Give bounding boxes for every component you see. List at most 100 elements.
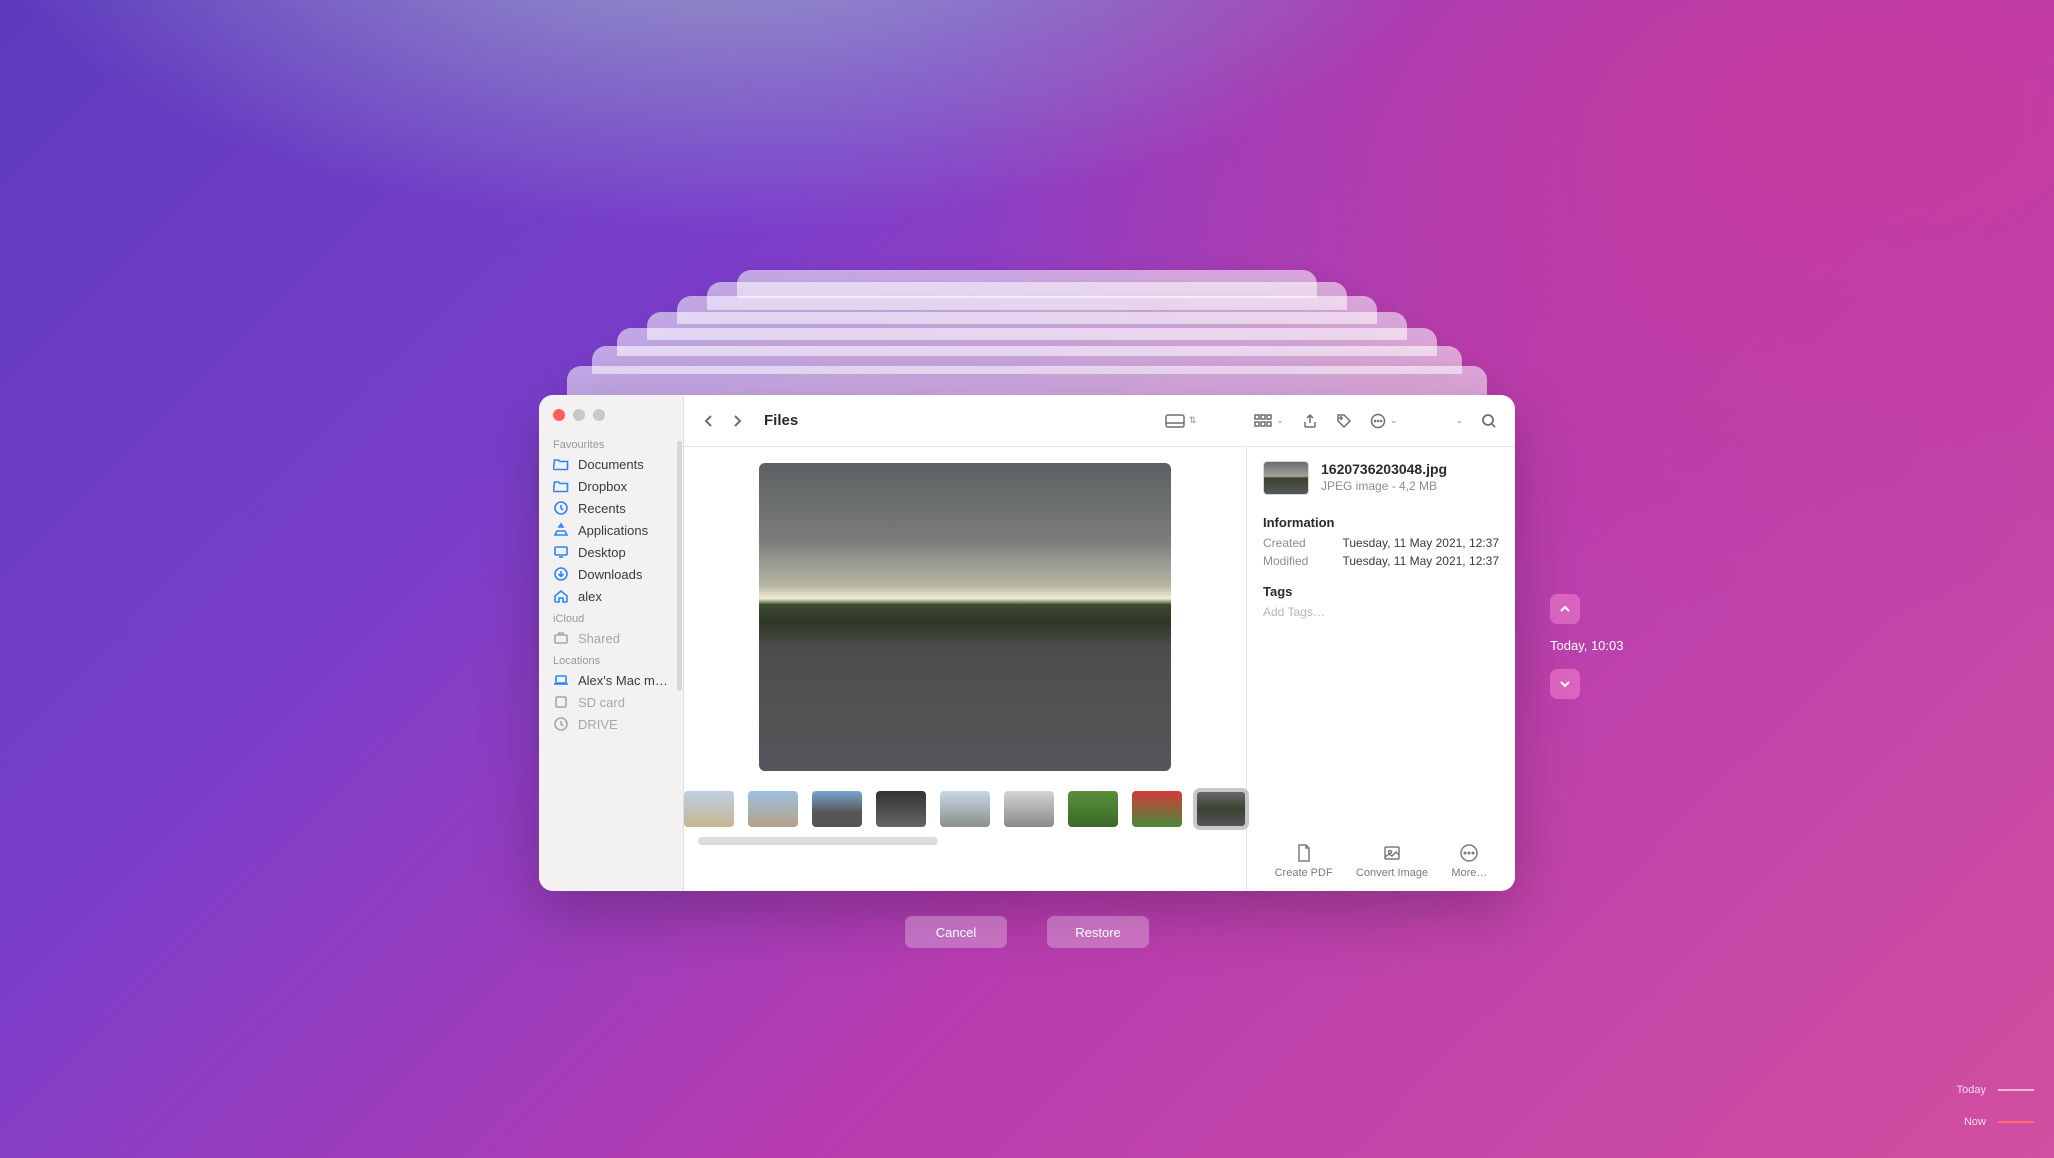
thumbnail[interactable] — [876, 791, 926, 827]
sidebar-section-favourites: Favourites — [539, 433, 683, 453]
toolbar: Files ⇅ ⌄ ⌄ ⌄ — [684, 395, 1515, 447]
sidebar-item-label: SD card — [578, 695, 625, 710]
info-label: Created — [1263, 536, 1306, 550]
sidebar-item-label: Alex's Mac m… — [578, 673, 668, 688]
sidebar-section-locations: Locations — [539, 649, 683, 669]
sidebar: Favourites Documents Dropbox Recents App… — [539, 395, 684, 891]
sidebar-item-label: Desktop — [578, 545, 626, 560]
timeline-bar: Today Now — [1957, 1084, 2034, 1128]
sidebar-item-label: Applications — [578, 523, 648, 538]
chevron-down-icon: ⌄ — [1455, 415, 1463, 426]
file-subtitle: JPEG image - 4,2 MB — [1321, 479, 1447, 493]
info-row-modified: Modified Tuesday, 11 May 2021, 12:37 — [1263, 552, 1499, 570]
sidebar-item-shared[interactable]: Shared — [539, 627, 683, 649]
sidebar-item-label: DRIVE — [578, 717, 618, 732]
thumbnail[interactable] — [940, 791, 990, 827]
chevron-down-icon: ⌄ — [1276, 415, 1284, 426]
info-panel: 1620736203048.jpg JPEG image - 4,2 MB In… — [1247, 447, 1515, 891]
action-label: Create PDF — [1275, 867, 1333, 879]
thumbnail[interactable] — [1004, 791, 1054, 827]
restore-button[interactable]: Restore — [1047, 916, 1149, 948]
sidebar-item-drive[interactable]: DRIVE — [539, 713, 683, 735]
info-label: Modified — [1263, 554, 1308, 568]
window-title: Files — [764, 412, 798, 429]
timeline-up-button[interactable] — [1550, 594, 1580, 624]
action-label: More… — [1451, 867, 1487, 879]
back-button[interactable] — [698, 410, 720, 432]
quick-action-convert-image[interactable]: Convert Image — [1356, 843, 1428, 879]
search-button[interactable] — [1477, 409, 1501, 433]
info-value: Tuesday, 11 May 2021, 12:37 — [1342, 554, 1499, 568]
timeline-mark-today[interactable]: Today — [1957, 1084, 2034, 1096]
sidebar-item-recents[interactable]: Recents — [539, 497, 683, 519]
timeline-mark-now[interactable]: Now — [1964, 1116, 2034, 1128]
sidebar-item-downloads[interactable]: Downloads — [539, 563, 683, 585]
forward-button[interactable] — [726, 410, 748, 432]
quick-action-more[interactable]: More… — [1451, 843, 1487, 879]
add-tags-field[interactable]: Add Tags… — [1263, 605, 1499, 619]
chevron-updown-icon: ⇅ — [1189, 415, 1197, 426]
timeline-current-label: Today, 10:03 — [1550, 638, 1623, 653]
sidebar-item-label: Downloads — [578, 567, 642, 582]
download-icon — [553, 566, 569, 582]
action-label: Convert Image — [1356, 867, 1428, 879]
desktop-icon — [553, 544, 569, 560]
sidebar-item-documents[interactable]: Documents — [539, 453, 683, 475]
group-button[interactable]: ⌄ — [1250, 410, 1288, 432]
image-preview[interactable] — [759, 463, 1171, 771]
thumbnail[interactable] — [748, 791, 798, 827]
minimize-window-button[interactable] — [573, 409, 585, 421]
thumbnail[interactable] — [1068, 791, 1118, 827]
finder-window: Favourites Documents Dropbox Recents App… — [539, 395, 1515, 891]
info-value: Tuesday, 11 May 2021, 12:37 — [1342, 536, 1499, 550]
horizontal-scrollbar[interactable] — [698, 837, 938, 845]
share-button[interactable] — [1298, 409, 1322, 433]
thumbnail[interactable] — [1132, 791, 1182, 827]
thumbnail[interactable] — [812, 791, 862, 827]
action-menu-button[interactable]: ⌄ — [1366, 409, 1402, 433]
timeline-mark-label: Now — [1964, 1116, 1986, 1128]
gallery-view — [684, 447, 1247, 891]
folder-icon — [553, 478, 569, 494]
tags-heading: Tags — [1263, 584, 1499, 599]
sidebar-item-applications[interactable]: Applications — [539, 519, 683, 541]
sidebar-item-mac[interactable]: Alex's Mac m… — [539, 669, 683, 691]
sidebar-item-desktop[interactable]: Desktop — [539, 541, 683, 563]
clock-icon — [553, 716, 569, 732]
folder-icon — [553, 456, 569, 472]
thumbnail-strip — [684, 791, 1246, 827]
file-name: 1620736203048.jpg — [1321, 461, 1447, 477]
window-controls — [539, 409, 683, 433]
clock-icon — [553, 500, 569, 516]
sidebar-item-home[interactable]: alex — [539, 585, 683, 607]
sidebar-scrollbar[interactable] — [677, 441, 682, 691]
sidebar-section-icloud: iCloud — [539, 607, 683, 627]
laptop-icon — [553, 672, 569, 688]
overflow-button[interactable]: ⌄ — [1451, 411, 1467, 430]
zoom-window-button[interactable] — [593, 409, 605, 421]
thumbnail[interactable] — [684, 791, 734, 827]
tags-button[interactable] — [1332, 409, 1356, 433]
disk-icon — [553, 694, 569, 710]
thumbnail-selected[interactable] — [1196, 791, 1246, 827]
apps-icon — [553, 522, 569, 538]
sidebar-item-label: Documents — [578, 457, 644, 472]
home-icon — [553, 588, 569, 604]
info-heading: Information — [1263, 515, 1499, 530]
timeline-mark-label: Today — [1957, 1084, 1986, 1096]
sidebar-item-label: alex — [578, 589, 602, 604]
timeline-down-button[interactable] — [1550, 669, 1580, 699]
view-mode-button[interactable]: ⇅ — [1161, 410, 1201, 432]
sidebar-item-dropbox[interactable]: Dropbox — [539, 475, 683, 497]
info-row-created: Created Tuesday, 11 May 2021, 12:37 — [1263, 534, 1499, 552]
cancel-button[interactable]: Cancel — [905, 916, 1007, 948]
sidebar-item-label: Dropbox — [578, 479, 627, 494]
sidebar-item-label: Shared — [578, 631, 620, 646]
chevron-down-icon: ⌄ — [1390, 415, 1398, 426]
close-window-button[interactable] — [553, 409, 565, 421]
quick-action-create-pdf[interactable]: Create PDF — [1275, 843, 1333, 879]
info-thumbnail — [1263, 461, 1309, 495]
shared-icon — [553, 630, 569, 646]
sidebar-item-label: Recents — [578, 501, 626, 516]
sidebar-item-sdcard[interactable]: SD card — [539, 691, 683, 713]
